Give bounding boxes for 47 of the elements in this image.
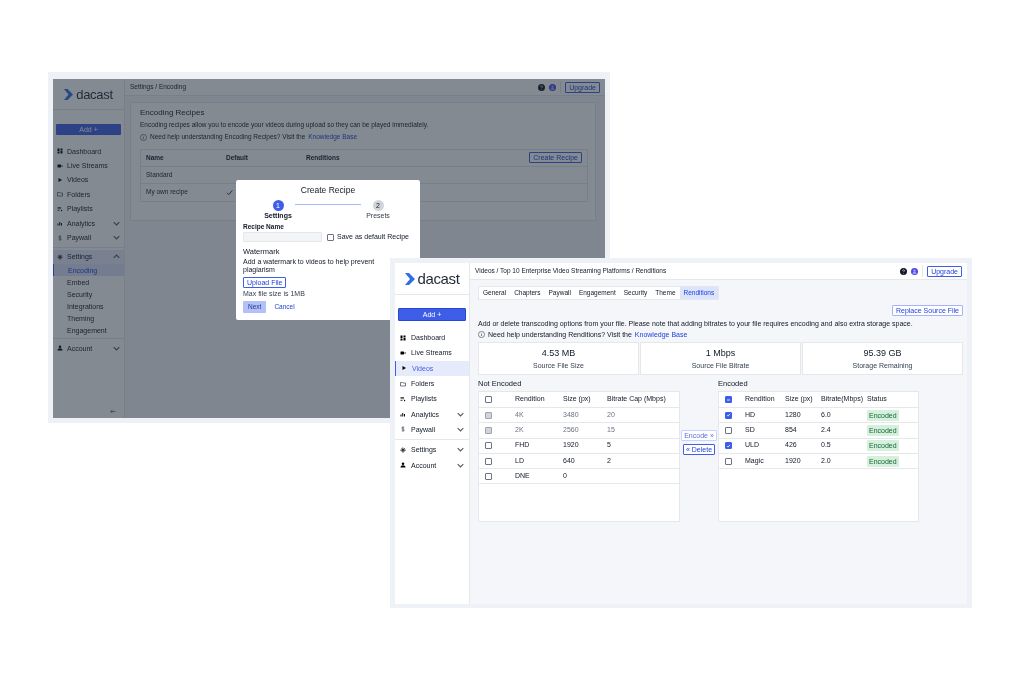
checkbox[interactable] (485, 472, 492, 480)
checkbox[interactable] (485, 457, 492, 465)
folder-icon (57, 191, 63, 198)
checkbox[interactable] (725, 426, 732, 434)
checkbox[interactable] (327, 233, 334, 241)
info-icon (140, 133, 147, 141)
avatar-icon (911, 267, 919, 275)
stat-value: 1 Mbps (705, 348, 736, 358)
chevron-up-icon (113, 253, 120, 261)
play-icon (57, 176, 63, 183)
logo-text: dacast (417, 271, 460, 286)
dialog-title: Create Recipe (299, 186, 357, 195)
logo-text: dacast (76, 87, 113, 101)
stat-value: 95.39 GB (863, 348, 902, 358)
video-camera-icon (400, 349, 406, 356)
dollar-icon (400, 426, 406, 433)
video-camera-icon (57, 162, 63, 169)
checkbox[interactable] (725, 411, 732, 419)
settings-icon (400, 446, 406, 453)
checkbox[interactable] (485, 396, 492, 403)
dashboard-icon (57, 148, 63, 155)
collapse-icon (110, 409, 116, 414)
section-title: Encoding Recipes (140, 109, 206, 117)
person-icon (57, 345, 63, 352)
checkbox[interactable] (485, 442, 492, 450)
folder-icon (400, 380, 406, 387)
play-icon (401, 365, 407, 372)
playlist-icon (57, 205, 63, 212)
avatar-icon (549, 83, 557, 91)
chevron-down-icon (113, 344, 120, 352)
checkbox[interactable] (725, 442, 732, 450)
logo-icon (64, 88, 74, 100)
help-icon (900, 267, 908, 275)
checkbox[interactable] (725, 457, 732, 465)
checkbox[interactable] (725, 396, 732, 403)
logo-icon (404, 272, 415, 285)
dashboard-icon (400, 334, 406, 341)
playlist-icon (400, 395, 406, 402)
bar-chart-icon (400, 411, 406, 418)
recipe-name-field[interactable] (243, 232, 322, 243)
settings-icon (57, 253, 63, 260)
person-icon (400, 462, 406, 468)
bar-chart-icon (57, 220, 63, 227)
stat-value: 4.53 MB (541, 348, 576, 358)
info-icon (478, 331, 485, 338)
dollar-icon (57, 234, 63, 241)
help-icon (538, 83, 546, 91)
